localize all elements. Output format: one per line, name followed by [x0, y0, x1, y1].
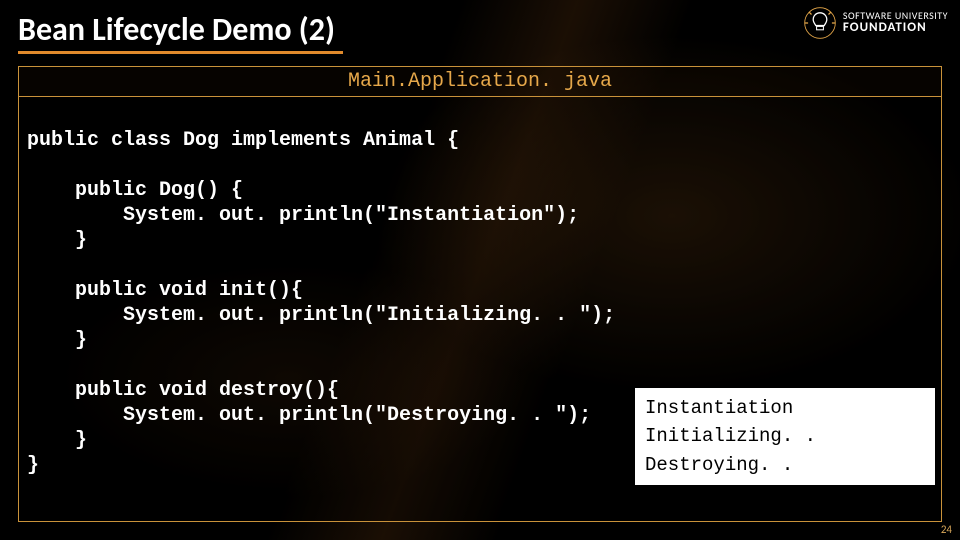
output-box: Instantiation Initializing. . Destroying…	[635, 388, 935, 486]
code-box: Main.Application. java public class Dog …	[18, 66, 942, 522]
code-box-body: public class Dog implements Animal { pub…	[19, 97, 941, 521]
code-content: public class Dog implements Animal { pub…	[27, 129, 615, 477]
code-box-header: Main.Application. java	[19, 67, 941, 97]
page-number: 24	[941, 523, 952, 536]
logo-line2: FOUNDATION	[843, 21, 948, 35]
logo-text: SOFTWARE UNIVERSITY FOUNDATION	[843, 10, 948, 35]
lightbulb-icon	[803, 6, 837, 40]
logo: SOFTWARE UNIVERSITY FOUNDATION	[803, 6, 948, 40]
slide-title: Bean Lifecycle Demo (2)	[18, 10, 343, 54]
